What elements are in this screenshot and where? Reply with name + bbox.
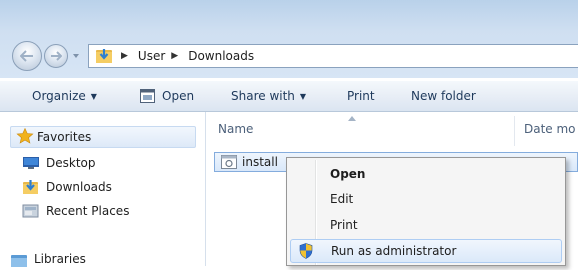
nav-favorites[interactable]: Favorites: [10, 126, 196, 148]
nav-downloads-label: Downloads: [46, 180, 112, 194]
navigation-pane: Favorites Desktop Downloads Recent Place…: [0, 112, 206, 267]
breadcrumb-downloads[interactable]: Downloads: [188, 49, 254, 63]
chevron-down-icon: ▼: [299, 92, 307, 101]
share-with-button[interactable]: Share with ▼: [231, 81, 306, 112]
nav-libraries-label: Libraries: [34, 252, 86, 266]
nav-desktop[interactable]: Desktop: [22, 152, 96, 174]
organize-button[interactable]: Organize ▼: [32, 81, 97, 112]
share-with-label: Share with: [231, 89, 295, 103]
star-icon: [16, 128, 34, 144]
breadcrumb-user[interactable]: User: [138, 49, 165, 63]
recent-places-icon: [22, 204, 39, 218]
setup-file-icon: [221, 155, 237, 169]
file-name: install: [242, 155, 278, 169]
uac-shield-icon: [299, 243, 313, 259]
forward-button[interactable]: [44, 44, 68, 68]
back-button[interactable]: [12, 41, 42, 71]
column-header-name[interactable]: Name: [218, 122, 253, 136]
nav-recent-places-label: Recent Places: [46, 204, 130, 218]
column-divider[interactable]: [514, 116, 515, 146]
sort-ascending-icon: [348, 116, 356, 121]
desktop-icon: [23, 157, 39, 169]
chevron-down-icon: ▼: [90, 92, 97, 101]
column-header-date-modified[interactable]: Date mo: [524, 122, 576, 136]
open-icon[interactable]: [140, 89, 155, 103]
print-button[interactable]: Print: [347, 81, 375, 112]
breadcrumb-separator-icon[interactable]: ▶: [171, 51, 178, 61]
menu-item-run-as-administrator-label: Run as administrator: [331, 244, 457, 258]
nav-downloads[interactable]: Downloads: [22, 176, 112, 198]
address-bar[interactable]: ▶ User ▶ Downloads: [88, 44, 578, 68]
downloads-folder-icon: [23, 180, 38, 194]
downloads-folder-icon: [96, 49, 112, 63]
forward-arrow-icon: [51, 51, 62, 61]
menu-item-open[interactable]: Open: [290, 162, 562, 186]
nav-libraries[interactable]: Libraries: [10, 248, 86, 270]
menu-item-print[interactable]: Print: [290, 213, 562, 237]
recent-pages-dropdown-icon[interactable]: [72, 52, 80, 60]
nav-desktop-label: Desktop: [46, 156, 96, 170]
command-bar: Organize ▼ Open Share with ▼ Print New fol…: [0, 80, 578, 112]
window-title-area: ▶ User ▶ Downloads: [0, 0, 578, 78]
nav-favorites-label: Favorites: [37, 130, 92, 144]
organize-label: Organize: [32, 89, 86, 103]
menu-item-edit[interactable]: Edit: [290, 187, 562, 211]
nav-recent-places[interactable]: Recent Places: [22, 200, 129, 222]
open-button[interactable]: Open: [162, 81, 194, 112]
context-menu: Open Edit Print Run as administrator: [286, 157, 566, 266]
new-folder-button[interactable]: New folder: [411, 81, 476, 112]
menu-item-run-as-administrator[interactable]: Run as administrator: [290, 239, 562, 263]
back-arrow-icon: [20, 50, 33, 62]
breadcrumb-separator-icon[interactable]: ▶: [121, 51, 128, 61]
